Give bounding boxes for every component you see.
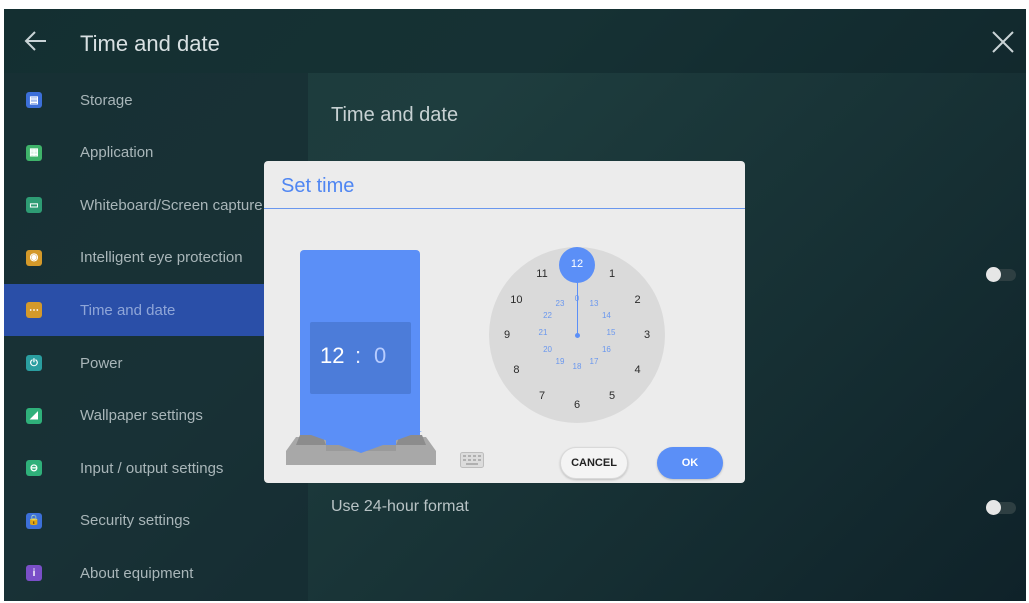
clock-inner-number[interactable]: 19 — [552, 356, 568, 368]
clock-hour-number[interactable]: 2 — [628, 293, 648, 307]
whiteboard-icon: ▭ — [26, 197, 42, 214]
apps-icon: ▦ — [26, 144, 42, 161]
clock-hour-number[interactable]: 4 — [628, 363, 648, 377]
clock-face[interactable]: 12345678910110131415161718192021222312 — [488, 246, 668, 426]
sidebar-item-label: Whiteboard/Screen capture — [80, 196, 263, 214]
sidebar-item[interactable]: ◉ Intelligent eye protection — [4, 232, 308, 284]
set-time-dialog: Set time 12 : 0 1 2 3 4 5 6 7 8 9 10 11 … — [264, 161, 745, 483]
clock-hour-number[interactable]: 7 — [532, 389, 552, 403]
sidebar-item[interactable]: ▤ Storage — [4, 74, 308, 126]
clock-inner-number[interactable]: 20 — [540, 344, 556, 356]
clock-inner-number[interactable]: 23 — [552, 298, 568, 310]
sidebar-item-label: Security settings — [80, 512, 191, 530]
clock-inner-number[interactable]: 21 — [535, 327, 551, 339]
time-separator: : — [355, 343, 362, 368]
clock-inner-number[interactable]: 13 — [586, 298, 602, 310]
page-title: Time and date — [80, 31, 220, 56]
sidebar-item-label: Storage — [80, 91, 133, 109]
use-24-hour-toggle[interactable] — [986, 500, 1016, 515]
settings-screen: Time and date ▤ Storage ▦ Application ▭ White… — [4, 9, 1026, 601]
calendar-icon: ⋯ — [26, 302, 42, 319]
time-display: 12 : 0 — [310, 322, 411, 394]
sidebar-item-label: About equipment — [80, 564, 194, 582]
sidebar-item[interactable]: ⋯ Time and date — [4, 284, 308, 337]
back-arrow-icon[interactable] — [22, 27, 50, 55]
sidebar-item-label: Intelligent eye protection — [80, 249, 243, 267]
dialog-title: Set time — [281, 175, 355, 197]
clock-hour-number[interactable]: 11 — [532, 267, 552, 281]
eye-icon: ◉ — [26, 249, 42, 266]
clock-hour-number[interactable]: 10 — [506, 293, 526, 307]
sidebar-item[interactable]: 🔒 Security settings — [4, 495, 308, 547]
sidebar-item[interactable]: ▭ Whiteboard/Screen capture — [4, 179, 308, 231]
sidebar-item-label: Application — [80, 144, 154, 162]
dialog-divider — [264, 208, 745, 209]
clock-center-dot — [575, 333, 580, 338]
keyboard-icon[interactable] — [460, 452, 484, 468]
clock-hour-number[interactable]: 5 — [602, 389, 622, 403]
sidebar-item[interactable]: i About equipment — [4, 547, 308, 599]
storage-icon: ▤ — [26, 92, 42, 108]
sidebar-item-label: Wallpaper settings — [80, 407, 203, 425]
input-output-icon: ⊖ — [26, 460, 42, 477]
clock-inner-number[interactable]: 16 — [598, 344, 614, 356]
clock-hour-number[interactable]: 3 — [637, 328, 657, 342]
clock-inner-number[interactable]: 18 — [569, 361, 585, 373]
toggle-knob — [986, 500, 1001, 515]
sidebar-item[interactable]: ⏻ Power — [4, 337, 308, 389]
close-icon[interactable] — [990, 29, 1016, 55]
sidebar-item[interactable]: ⊖ Input / output settings — [4, 442, 308, 494]
clock-hand — [577, 282, 578, 336]
sidebar-item-label: Time and date — [80, 301, 176, 319]
clock-hour-number[interactable]: 1 — [602, 267, 622, 281]
sidebar-item-label: Power — [80, 354, 123, 372]
auto-time-toggle[interactable] — [986, 267, 1016, 282]
clock-inner-number[interactable]: 15 — [603, 327, 619, 339]
device-stand-graphic — [286, 431, 436, 467]
use-24-hour-label: Use 24-hour format — [331, 498, 469, 515]
toggle-knob — [986, 267, 1001, 282]
sidebar-item[interactable]: ◢ Wallpaper settings — [4, 390, 308, 442]
power-icon: ⏻ — [26, 355, 42, 371]
hour-value[interactable]: 12 — [320, 343, 344, 369]
cancel-button[interactable]: CANCEL — [560, 447, 628, 479]
section-title: Time and date — [331, 104, 459, 126]
selected-hour-label: 12 — [570, 258, 584, 270]
clock-inner-number[interactable]: 22 — [540, 310, 556, 322]
clock-hour-number[interactable]: 6 — [567, 398, 587, 412]
ok-button[interactable]: OK — [657, 447, 723, 479]
sidebar-item[interactable]: ▦ Application — [4, 127, 308, 179]
settings-sidebar: ▤ Storage ▦ Application ▭ Whiteboard/Screen c… — [4, 73, 308, 601]
top-bar: Time and date — [4, 9, 1026, 73]
clock-inner-number[interactable]: 17 — [586, 356, 602, 368]
lock-icon: 🔒 — [26, 512, 42, 529]
info-icon: i — [26, 565, 42, 582]
clock-hour-number[interactable]: 9 — [497, 328, 517, 342]
sidebar-item-label: Input / output settings — [80, 459, 224, 477]
wallpaper-icon: ◢ — [26, 407, 42, 424]
minute-value[interactable]: 0 — [374, 343, 386, 369]
clock-hour-number[interactable]: 8 — [506, 363, 526, 377]
clock-inner-number[interactable]: 14 — [598, 310, 614, 322]
